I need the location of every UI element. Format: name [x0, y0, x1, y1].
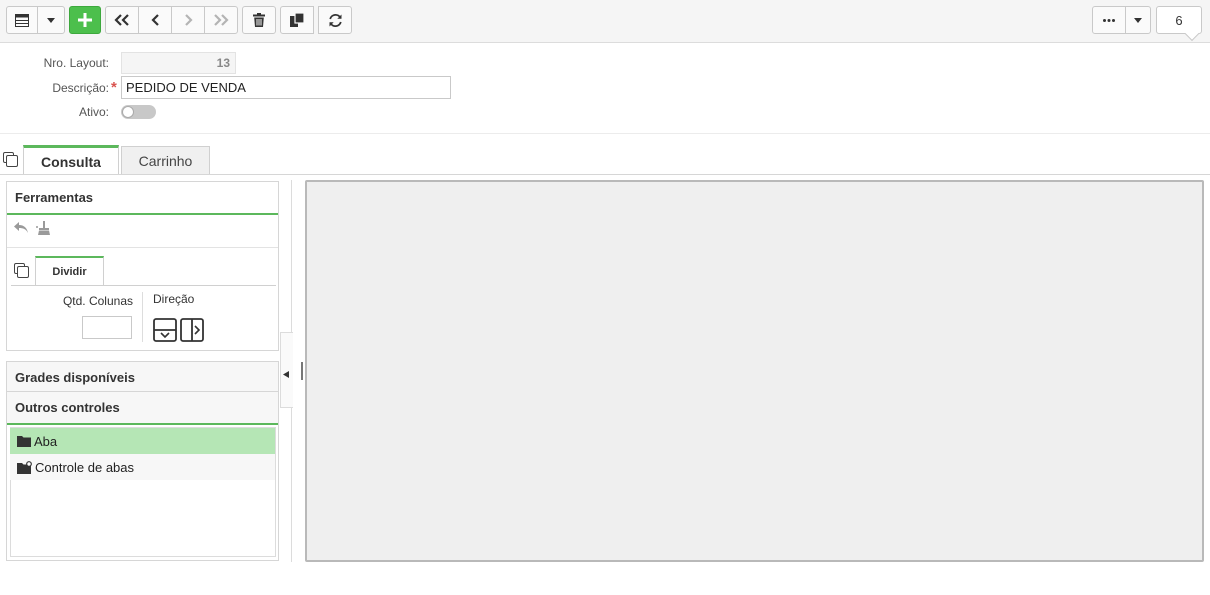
main-toolbar: 6	[0, 0, 1210, 43]
tree-item-label: Controle de abas	[35, 459, 135, 475]
refresh-button[interactable]	[318, 6, 352, 34]
trash-icon	[253, 13, 265, 27]
double-chevron-left-icon	[114, 14, 129, 26]
split-vertical-icon[interactable]	[180, 318, 204, 345]
subtab-dividir[interactable]: Dividir	[35, 256, 104, 286]
drag-grip[interactable]	[301, 362, 303, 380]
direcao-divider	[142, 292, 143, 342]
broom-clear-icon[interactable]	[36, 221, 50, 238]
copy-tabs-icon[interactable]	[3, 152, 18, 170]
tabbar-line	[0, 174, 1210, 175]
refresh-icon	[328, 13, 342, 27]
chevron-right-icon	[184, 14, 193, 26]
more-dropdown-button[interactable]	[1125, 6, 1151, 34]
tools-panel-title: Ferramentas	[15, 190, 94, 205]
ellipsis-icon	[1103, 18, 1115, 22]
collapse-arrow-icon[interactable]	[283, 367, 289, 381]
grid-icon	[15, 13, 29, 27]
copy-subtabs-icon[interactable]	[14, 263, 29, 281]
caret-down-icon	[47, 17, 55, 23]
nro-layout-field: 13	[121, 52, 236, 74]
copy-icon	[290, 13, 304, 27]
outros-panel-title: Outros controles	[15, 400, 120, 415]
next-record-button[interactable]	[171, 6, 205, 34]
qtd-colunas-label: Qtd. Colunas	[62, 294, 133, 308]
duplicate-button[interactable]	[280, 6, 314, 34]
tab-consulta[interactable]: Consulta	[23, 145, 119, 175]
double-chevron-right-icon	[214, 14, 229, 26]
view-dropdown-button[interactable]	[37, 6, 65, 34]
record-count-badge: 6	[1156, 6, 1202, 34]
last-record-button[interactable]	[204, 6, 238, 34]
undo-icon[interactable]	[14, 222, 28, 236]
required-indicator: *	[111, 79, 117, 96]
tab-carrinho[interactable]: Carrinho	[121, 146, 210, 174]
folder-tabs-icon	[17, 460, 32, 474]
layout-canvas[interactable]	[305, 180, 1204, 562]
ativo-toggle[interactable]	[121, 105, 156, 119]
grid-view-button[interactable]	[6, 6, 38, 34]
folder-icon	[17, 436, 31, 447]
form-divider	[0, 133, 1210, 134]
first-record-button[interactable]	[105, 6, 139, 34]
tools-divider	[7, 247, 278, 248]
descricao-label: Descrição:	[52, 81, 109, 95]
direcao-label: Direção	[153, 292, 195, 306]
tree-item-controle-de-abas[interactable]: Controle de abas	[10, 454, 275, 480]
plus-icon	[78, 13, 92, 27]
add-button[interactable]	[69, 6, 101, 34]
grades-panel-title: Grades disponíveis	[15, 370, 135, 385]
outros-title-rule	[7, 423, 278, 425]
descricao-input[interactable]	[121, 76, 451, 99]
tree-item-label: Aba	[34, 433, 58, 449]
chevron-left-icon	[150, 14, 159, 26]
more-options-button[interactable]	[1092, 6, 1126, 34]
grades-panel[interactable]: Grades disponíveis	[6, 361, 279, 392]
tree-item-aba[interactable]: Aba	[10, 428, 275, 454]
tools-title-rule	[7, 213, 278, 215]
subtab-line	[11, 285, 276, 286]
previous-record-button[interactable]	[138, 6, 172, 34]
caret-down-icon	[1134, 17, 1142, 23]
tools-panel: Ferramentas Dividir Qtd. Colunas Direção	[6, 181, 279, 351]
split-horizontal-icon[interactable]	[153, 318, 177, 345]
qtd-colunas-input[interactable]	[82, 316, 132, 339]
ativo-label: Ativo:	[78, 105, 109, 119]
delete-button[interactable]	[242, 6, 276, 34]
nro-layout-label: Nro. Layout:	[43, 56, 109, 70]
